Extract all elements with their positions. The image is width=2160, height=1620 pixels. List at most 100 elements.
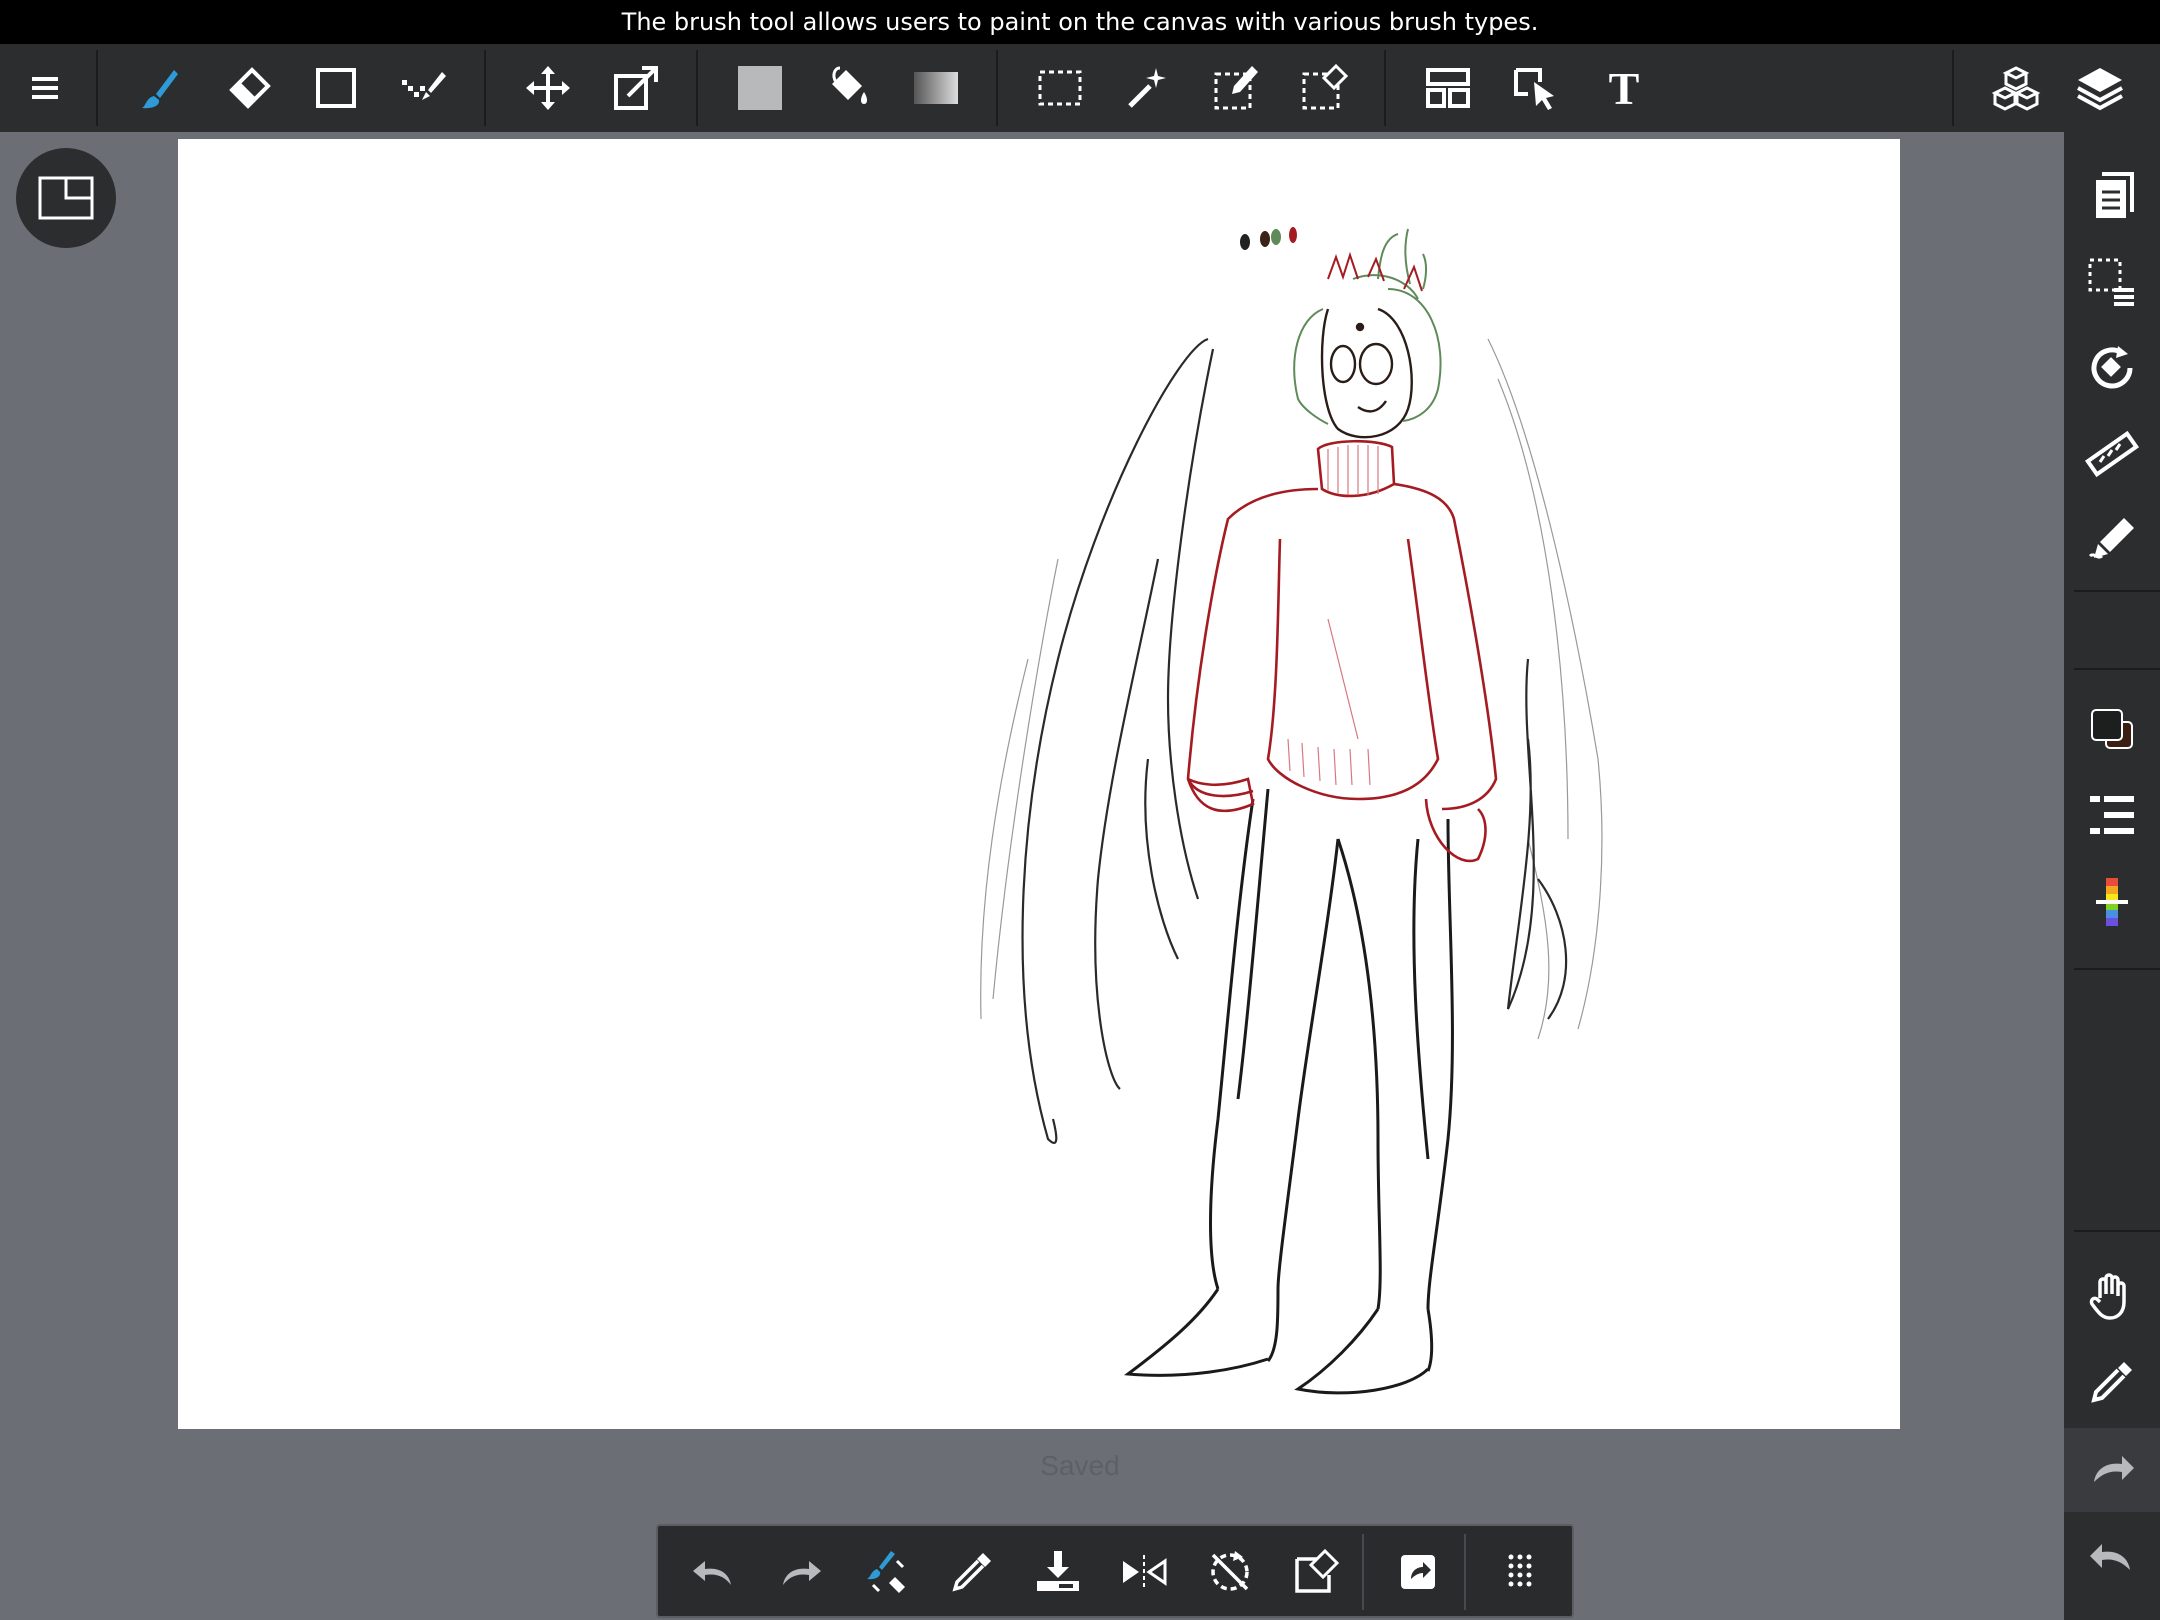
transform-icon [614,66,658,110]
save-status: Saved [1040,1450,1120,1481]
wing-sketch-dark [1021,337,1568,1145]
material-icon [1991,66,2041,111]
toolbar-divider [996,50,998,126]
select-pen-tool-button[interactable] [1196,44,1276,132]
tool-tooltip: The brush tool allows users to paint on … [0,0,2160,44]
dot-tool-button[interactable] [384,44,464,132]
gradient-icon [914,72,958,104]
quick-flip-button[interactable] [1102,1530,1186,1614]
hand-button[interactable] [2064,1256,2160,1336]
dot-icon [402,72,446,100]
magic-wand-tool-button[interactable] [1108,44,1188,132]
selection-list-icon [2088,258,2134,306]
select-pen-icon [1214,66,1258,110]
operation-tool-button[interactable] [1496,44,1576,132]
pages-icon [2096,172,2134,218]
quick-eyedropper-button[interactable] [930,1530,1014,1614]
sidebar-divider [2074,968,2160,970]
undo-icon [2090,1544,2130,1570]
snap-pen-icon [2088,518,2134,559]
color-palette-button[interactable] [2064,862,2160,942]
quickbar-divider [1362,1534,1364,1610]
layers-icon [2077,68,2123,111]
quick-access-bar [656,1524,1574,1618]
brush-eraser-toggle-icon [867,1551,905,1593]
quick-save-button[interactable] [1016,1530,1100,1614]
quick-undo-button[interactable] [672,1530,756,1614]
bucket-icon [832,66,867,104]
redo-icon [2094,1456,2134,1482]
move-icon [526,66,570,110]
ruler-button[interactable] [2064,414,2160,494]
menu-button[interactable] [4,44,84,132]
quick-more-button[interactable] [1478,1530,1562,1614]
right-sidebar [2064,132,2160,1620]
top-toolbar: T [0,44,2160,132]
navigator-icon [38,176,94,220]
color-palette-icon [2096,878,2128,926]
shape-tool-button[interactable] [296,44,376,132]
brush-list-button[interactable] [2064,776,2160,856]
eraser-tool-button[interactable] [208,44,288,132]
magic-wand-icon [1128,68,1166,108]
material-button[interactable] [1976,44,2056,132]
wing-sketch-light [980,338,1603,1040]
eyedropper-icon [952,1553,991,1592]
move-tool-button[interactable] [508,44,588,132]
toolbar-divider [484,50,486,126]
layers-button[interactable] [2060,44,2140,132]
sidebar-redo-button[interactable] [2064,1428,2160,1512]
quick-clear-selection-button[interactable] [1274,1530,1358,1614]
text-tool-button[interactable]: T [1584,44,1664,132]
sidebar-divider [2074,668,2160,670]
gradient-tool-button[interactable] [896,44,976,132]
sidebar-divider [2074,1230,2160,1232]
undo-icon [693,1561,731,1585]
brush-icon [142,70,178,109]
selection-list-button[interactable] [2064,242,2160,322]
color-swatch-button[interactable] [2064,690,2160,770]
eyedropper-button[interactable] [2064,1342,2160,1422]
bucket-tool-button[interactable] [808,44,888,132]
toolbar-divider [696,50,698,126]
quick-share-button[interactable] [1376,1530,1460,1614]
text-icon: T [1608,62,1640,114]
more-icon [1508,1554,1532,1587]
snap-pen-button[interactable] [2064,500,2160,580]
sidebar-undo-button[interactable] [2064,1518,2160,1598]
drawing-canvas[interactable] [178,139,1900,1429]
ruler-icon [2084,430,2140,478]
save-icon [1037,1551,1079,1591]
sidebar-divider [2074,590,2160,592]
navigator-button[interactable] [16,148,116,248]
select-rect-tool-button[interactable] [1020,44,1100,132]
shape-icon [316,68,356,108]
sweater-sketch [1186,439,1498,863]
fill-color-icon [738,66,782,110]
eyedropper-icon [2091,1362,2132,1403]
flip-icon [1123,1555,1167,1589]
frame-divide-tool-button[interactable] [1408,44,1488,132]
select-rect-icon [1038,70,1082,106]
redo-icon [783,1561,821,1585]
sketch-artwork [980,227,1603,1395]
color-swatch-icon [2091,709,2133,749]
pages-button[interactable] [2064,156,2160,236]
quick-rotate-reset-button[interactable] [1188,1530,1272,1614]
hair-sketch [1293,228,1442,425]
menu-icon [32,77,58,99]
select-eraser-tool-button[interactable] [1284,44,1364,132]
transform-tool-button[interactable] [596,44,676,132]
quick-redo-button[interactable] [758,1530,842,1614]
select-eraser-icon [1302,63,1349,110]
brush-tool-button[interactable] [120,44,200,132]
operation-icon [1514,68,1554,110]
rotate-reset-icon [1211,1551,1249,1591]
quick-brush-eraser-toggle[interactable] [844,1530,928,1614]
toolbar-divider [1384,50,1386,126]
rotate-button[interactable] [2064,328,2160,408]
fill-color-tool-button[interactable] [720,44,800,132]
legs-sketch [1123,788,1454,1395]
toolbar-divider [1952,50,1954,126]
clear-selection-icon [1295,1548,1340,1593]
